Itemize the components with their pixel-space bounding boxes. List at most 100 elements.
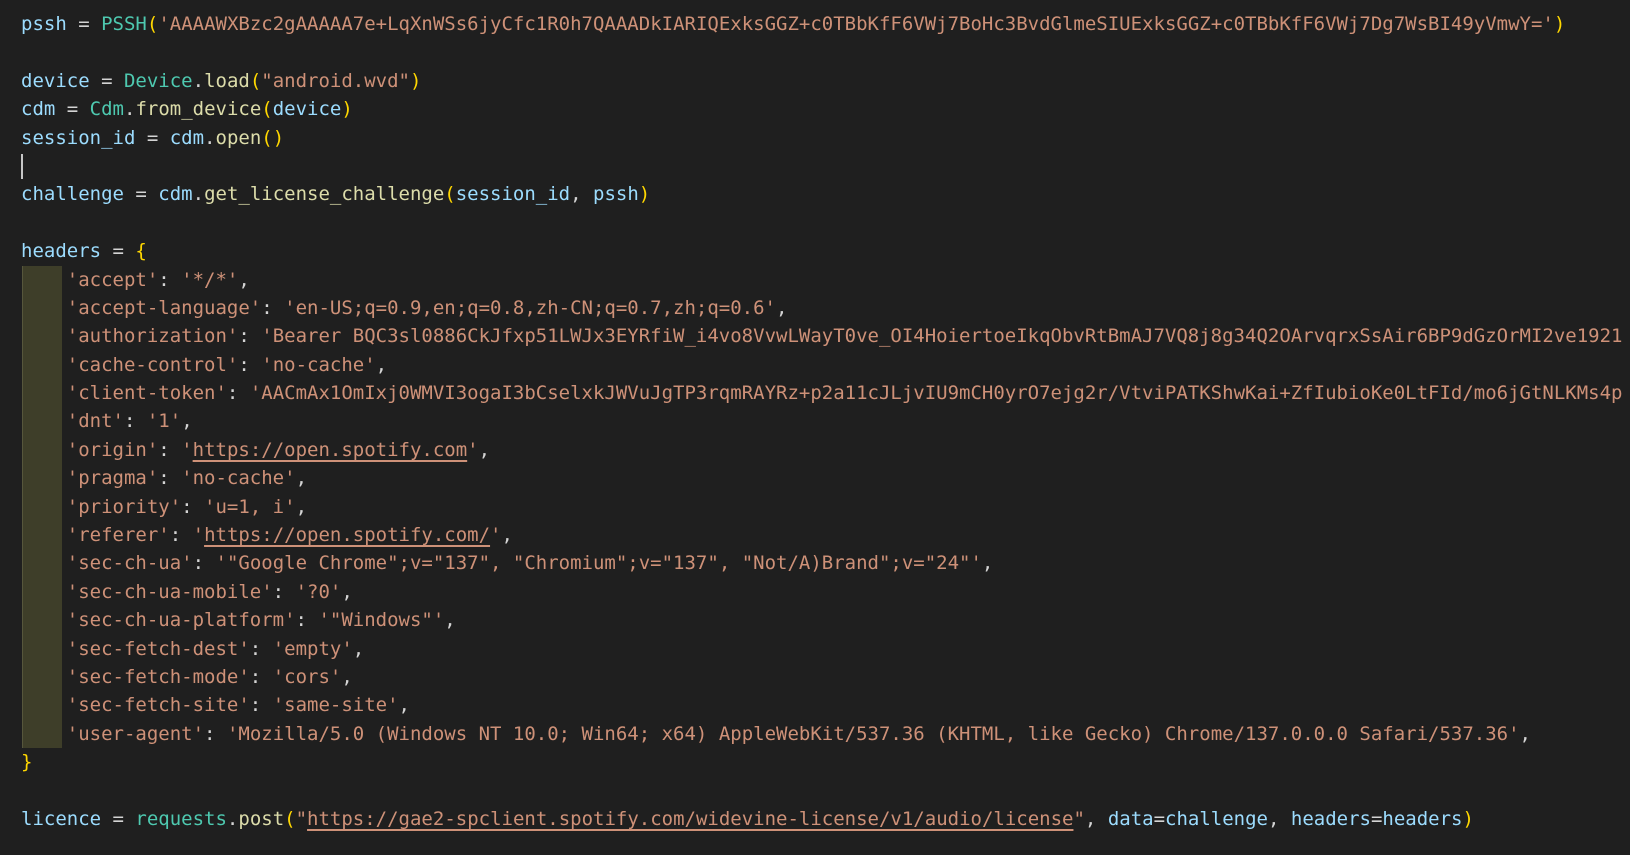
code-token: session_id xyxy=(455,183,571,206)
code-line[interactable]: 'priority': 'u=1, i', xyxy=(21,492,1630,522)
code-line[interactable]: 'sec-ch-ua-platform': '"Windows"', xyxy=(21,606,1630,635)
code-token: : xyxy=(249,694,273,717)
code-line[interactable]: 'authorization': 'Bearer BQC3sl0886CkJfx… xyxy=(21,322,1630,351)
code-link-token[interactable]: https://open.spotify.com/ xyxy=(204,524,490,546)
code-token: : xyxy=(181,495,205,518)
code-token: { xyxy=(135,240,147,263)
code-line[interactable]: 'client-token': 'AACmAx1OmIxj0WMVI3ogaI3… xyxy=(21,379,1630,408)
code-line[interactable]: session_id = cdm.open() xyxy=(21,124,1630,152)
code-token: ' xyxy=(181,438,193,461)
code-token: challenge xyxy=(1165,807,1268,830)
code-token: ( xyxy=(146,13,159,35)
code-token: : xyxy=(226,382,250,405)
code-text: session_id = cdm.open() xyxy=(21,127,284,149)
code-line[interactable]: 'dnt': '1', xyxy=(21,407,1630,436)
code-line[interactable]: 'origin': 'https://open.spotify.com', xyxy=(21,435,1630,465)
code-token: : xyxy=(158,268,182,291)
code-line[interactable]: pssh = PSSH('AAAAWXBzc2gAAAAA7e+LqXnWSs6… xyxy=(21,10,1630,38)
code-line[interactable]: 'pragma': 'no-cache', xyxy=(21,464,1630,493)
code-token: : xyxy=(158,438,182,461)
code-line[interactable]: 'sec-fetch-site': 'same-site', xyxy=(21,691,1630,720)
code-token: 'AAAAWXBzc2gAAAAA7e+LqXnWSs6jyCfc1R0h7QA… xyxy=(158,13,1554,35)
code-line[interactable]: device = Device.load("android.wvd") xyxy=(21,67,1630,95)
code-token: ' xyxy=(192,524,205,547)
code-line[interactable]: 'accept': '*/*', xyxy=(21,265,1630,294)
code-text: 'authorization': 'Bearer BQC3sl0886CkJfx… xyxy=(21,325,1623,347)
code-token: 'cors' xyxy=(272,665,342,688)
code-line[interactable]: 'user-agent': 'Mozilla/5.0 (Windows NT 1… xyxy=(21,719,1630,749)
code-text: pssh = PSSH('AAAAWXBzc2gAAAAA7e+LqXnWSs6… xyxy=(21,13,1565,35)
code-token: device xyxy=(21,69,90,92)
code-token: : xyxy=(123,410,147,433)
code-link-token[interactable]: https://open.spotify.com xyxy=(193,439,468,461)
code-token: 'origin' xyxy=(66,438,159,461)
code-line[interactable]: } xyxy=(21,748,1630,776)
code-token: 'sec-fetch-dest' xyxy=(66,637,250,660)
code-token: 'accept-language' xyxy=(66,296,262,319)
code-token: 'priority' xyxy=(66,495,182,518)
code-token: 'referer' xyxy=(66,524,170,547)
code-token: ) xyxy=(638,183,651,206)
code-token: 'dnt' xyxy=(66,410,124,433)
code-line[interactable]: challenge = cdm.get_license_challenge(se… xyxy=(21,180,1630,208)
code-token: '"Windows"' xyxy=(318,609,445,632)
code-line[interactable]: 'cache-control': 'no-cache', xyxy=(21,350,1630,380)
code-editor[interactable]: pssh = PSSH('AAAAWXBzc2gAAAAA7e+LqXnWSs6… xyxy=(0,0,1630,855)
code-line[interactable]: 'sec-fetch-dest': 'empty', xyxy=(21,634,1630,663)
code-token: , xyxy=(341,665,353,688)
code-line[interactable] xyxy=(21,38,1630,66)
code-token: pssh xyxy=(593,183,639,206)
code-token: , xyxy=(1084,807,1108,830)
code-token: 'sec-fetch-site' xyxy=(66,694,250,717)
code-token: ( xyxy=(284,807,296,830)
code-token: 'accept' xyxy=(66,268,159,291)
code-line[interactable] xyxy=(21,777,1630,805)
code-text: 'accept': '*/*', xyxy=(21,269,250,291)
code-token: 'same-site' xyxy=(272,694,399,717)
code-token: = xyxy=(66,13,102,35)
code-token: ' xyxy=(490,524,502,547)
code-token: , xyxy=(238,268,250,291)
code-token: , xyxy=(1267,807,1291,830)
code-token: , xyxy=(375,353,388,376)
code-line[interactable]: 'accept-language': 'en-US;q=0.9,en;q=0.8… xyxy=(21,293,1630,323)
code-token: 'cache-control' xyxy=(66,353,239,376)
code-token: ' xyxy=(467,438,479,461)
code-token: 'authorization' xyxy=(66,325,239,348)
code-line[interactable]: cdm = Cdm.from_device(device) xyxy=(21,95,1630,123)
code-line[interactable]: 'sec-fetch-mode': 'cors', xyxy=(21,662,1630,692)
code-token: = xyxy=(135,126,170,149)
code-text: 'client-token': 'AACmAx1OmIxj0WMVI3ogaI3… xyxy=(21,382,1623,404)
code-line[interactable] xyxy=(21,209,1630,237)
code-token: , xyxy=(341,580,353,603)
code-text: headers = { xyxy=(21,240,147,262)
code-link-token[interactable]: https://gae2-spclient.spotify.com/widevi… xyxy=(307,808,1073,830)
code-token: 'no-cache' xyxy=(181,467,296,490)
code-token: 'u=1, i' xyxy=(204,495,296,518)
code-token: 'en-US;q=0.9,en;q=0.8,zh-CN;q=0.7,zh;q=0… xyxy=(284,296,777,319)
code-token: , xyxy=(352,637,365,660)
code-token: 'Bearer BQC3sl0886CkJfxp51LWJx3EYRfiW_i4… xyxy=(261,325,1623,348)
code-line[interactable]: licence = requests.post("https://gae2-sp… xyxy=(21,805,1630,833)
code-token: = xyxy=(101,240,136,263)
code-token: , xyxy=(501,524,513,547)
code-token: = xyxy=(123,183,159,206)
code-token: 'empty' xyxy=(272,637,353,660)
code-token: = xyxy=(55,98,90,121)
code-token: '"Google Chrome";v="137", "Chromium";v="… xyxy=(215,552,982,575)
code-line[interactable]: 'referer': 'https://open.spotify.com/', xyxy=(21,521,1630,550)
code-token: , xyxy=(776,296,788,319)
code-line[interactable]: 'sec-ch-ua-mobile': '?0', xyxy=(21,577,1630,607)
code-token: device xyxy=(272,98,342,121)
code-token: : xyxy=(204,722,227,745)
code-token: 'user-agent' xyxy=(66,722,205,745)
code-token: post xyxy=(238,807,285,830)
code-line[interactable]: headers = { xyxy=(21,237,1630,265)
code-line[interactable] xyxy=(21,152,1630,180)
code-line[interactable]: 'sec-ch-ua': '"Google Chrome";v="137", "… xyxy=(21,549,1630,578)
code-token: session_id xyxy=(21,126,136,149)
